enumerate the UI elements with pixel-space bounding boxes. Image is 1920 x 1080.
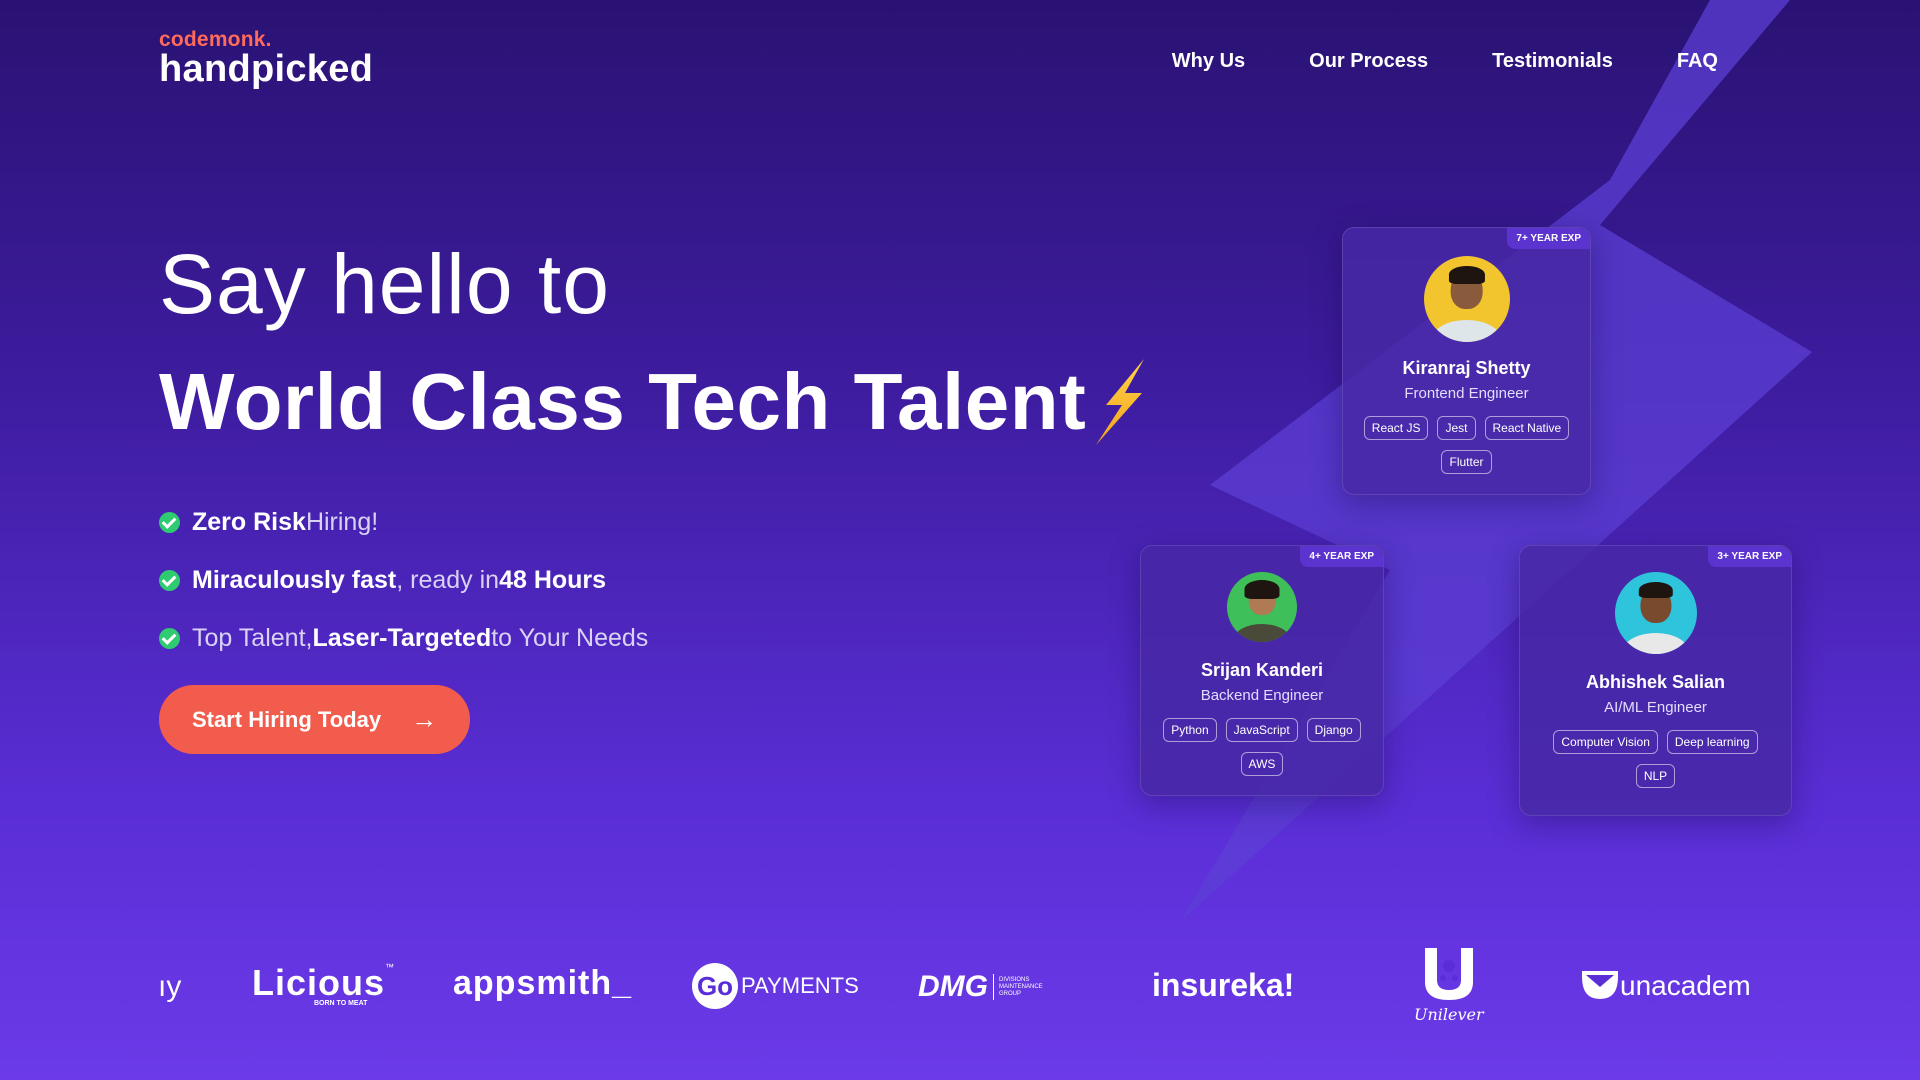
arrow-right-icon: → [411, 704, 438, 734]
client-logo-gopayments: Go PAYMENTS [692, 963, 859, 1009]
nav-our-process[interactable]: Our Process [1309, 50, 1428, 73]
talent-name: Kiranraj Shetty [1402, 358, 1531, 378]
client-logos-strip: ıy Licious™ BORN TO MEAT appsmith_ Go PA… [0, 948, 1920, 1030]
avatar-hair [1638, 581, 1673, 599]
feature-bold: 48 Hours [499, 565, 607, 594]
hero-title-line1: Say hello to [159, 237, 610, 331]
client-logo-partial: ıy [158, 970, 182, 1003]
unacademy-cap-icon [1582, 971, 1618, 999]
nav-faq[interactable]: FAQ [1677, 50, 1718, 73]
skill-tag: React Native [1484, 416, 1570, 440]
experience-badge: 3+ YEAR EXP [1708, 546, 1791, 567]
talent-role: Backend Engineer [1200, 687, 1324, 704]
feature-text: Top Talent, [192, 623, 313, 652]
avatar-hair [1244, 580, 1280, 599]
dmg-wordmark: DMG [918, 970, 988, 1003]
avatar [1614, 572, 1697, 654]
talent-name: Srijan Kanderi [1200, 660, 1324, 680]
experience-badge: 7+ YEAR EXP [1507, 228, 1590, 249]
avatar-hair [1448, 266, 1485, 284]
talent-role: AI/ML Engineer [1604, 699, 1707, 716]
go-circle-icon: Go [692, 963, 738, 1009]
client-logo-licious: Licious™ BORN TO MEAT [252, 962, 394, 1007]
skill-tag: React JS [1363, 416, 1429, 440]
skill-tag: Jest [1437, 416, 1476, 440]
talent-card-kiranraj[interactable]: 7+ YEAR EXP Kiranraj Shetty Frontend Eng… [1342, 227, 1591, 495]
experience-badge: 4+ YEAR EXP [1300, 546, 1383, 567]
feature-list: Zero Risk Hiring! Miraculously fast, rea… [159, 493, 648, 667]
feature-item: Zero Risk Hiring! [159, 493, 648, 551]
skill-tags: React JS Jest React Native Flutter [1343, 416, 1590, 474]
go-text: Go [696, 970, 734, 1001]
skill-tag: Computer Vision [1553, 730, 1658, 754]
avatar [1227, 572, 1297, 642]
check-icon [159, 569, 180, 591]
talent-name: Abhishek Salian [1585, 672, 1726, 692]
dmg-divider [993, 974, 994, 1000]
nav-why-us[interactable]: Why Us [1172, 50, 1245, 73]
client-logo-insureka: insureka! [1152, 967, 1295, 1003]
licious-wordmark: Licious [252, 962, 386, 1003]
payments-text: PAYMENTS [741, 973, 859, 998]
nav-testimonials[interactable]: Testimonials [1492, 50, 1613, 73]
feature-bold: Miraculously fast [192, 565, 397, 594]
feature-text: Hiring! [305, 507, 379, 536]
check-icon [159, 511, 180, 533]
feature-item: Top Talent, Laser-Targeted to Your Needs [159, 609, 648, 667]
dmg-subtitle: DIVISIONS MAINTENANCE GROUP [999, 976, 1043, 997]
feature-text: to Your Needs [491, 623, 649, 652]
unilever-u-icon [1424, 948, 1473, 1000]
start-hiring-label: Start Hiring Today [192, 706, 382, 732]
licious-tm: ™ [385, 962, 395, 972]
talent-role: Frontend Engineer [1404, 385, 1529, 402]
lightning-icon [1096, 359, 1145, 445]
feature-bold: Laser-Targeted [312, 623, 492, 652]
talent-card-abhishek[interactable]: 3+ YEAR EXP Abhishek Salian AI/ML Engine… [1519, 545, 1792, 816]
skill-tag: AWS [1240, 752, 1284, 776]
avatar [1423, 256, 1510, 342]
client-logo-dmg: DMG DIVISIONS MAINTENANCE GROUP [918, 970, 1059, 1004]
feature-bold: Zero Risk [192, 507, 306, 536]
client-logo-unilever: Unilever [1414, 946, 1484, 1024]
feature-text: , ready in [396, 565, 500, 594]
check-icon [159, 627, 180, 649]
main-nav: Why Us Our Process Testimonials FAQ [1172, 50, 1718, 73]
skill-tag: Flutter [1441, 450, 1492, 474]
skill-tag: Python [1163, 718, 1217, 742]
unacademy-wordmark: unacadem [1620, 970, 1751, 1001]
client-logo-unacademy: unacadem [1582, 970, 1751, 1002]
skill-tags: Computer Vision Deep learning NLP [1520, 730, 1791, 788]
unilever-wordmark: Unilever [1414, 1005, 1484, 1024]
hero-title-text: World Class Tech Talent [159, 357, 1087, 446]
feature-item: Miraculously fast, ready in 48 Hours [159, 551, 648, 609]
skill-tag: Django [1306, 718, 1361, 742]
talent-card-srijan[interactable]: 4+ YEAR EXP Srijan Kanderi Backend Engin… [1140, 545, 1384, 796]
skill-tags: Python JavaScript Django AWS [1141, 718, 1383, 776]
skill-tag: Deep learning [1666, 730, 1758, 754]
brand-logo[interactable]: codemonk. handpicked [159, 28, 373, 91]
hero-title-line2: World Class Tech Talent [159, 356, 1152, 448]
start-hiring-button[interactable]: Start Hiring Today → [159, 685, 470, 754]
logo-handpicked: handpicked [159, 48, 374, 90]
skill-tag: JavaScript [1225, 718, 1298, 742]
client-logo-appsmith: appsmith_ [453, 964, 633, 1002]
skill-tag: NLP [1635, 764, 1676, 788]
